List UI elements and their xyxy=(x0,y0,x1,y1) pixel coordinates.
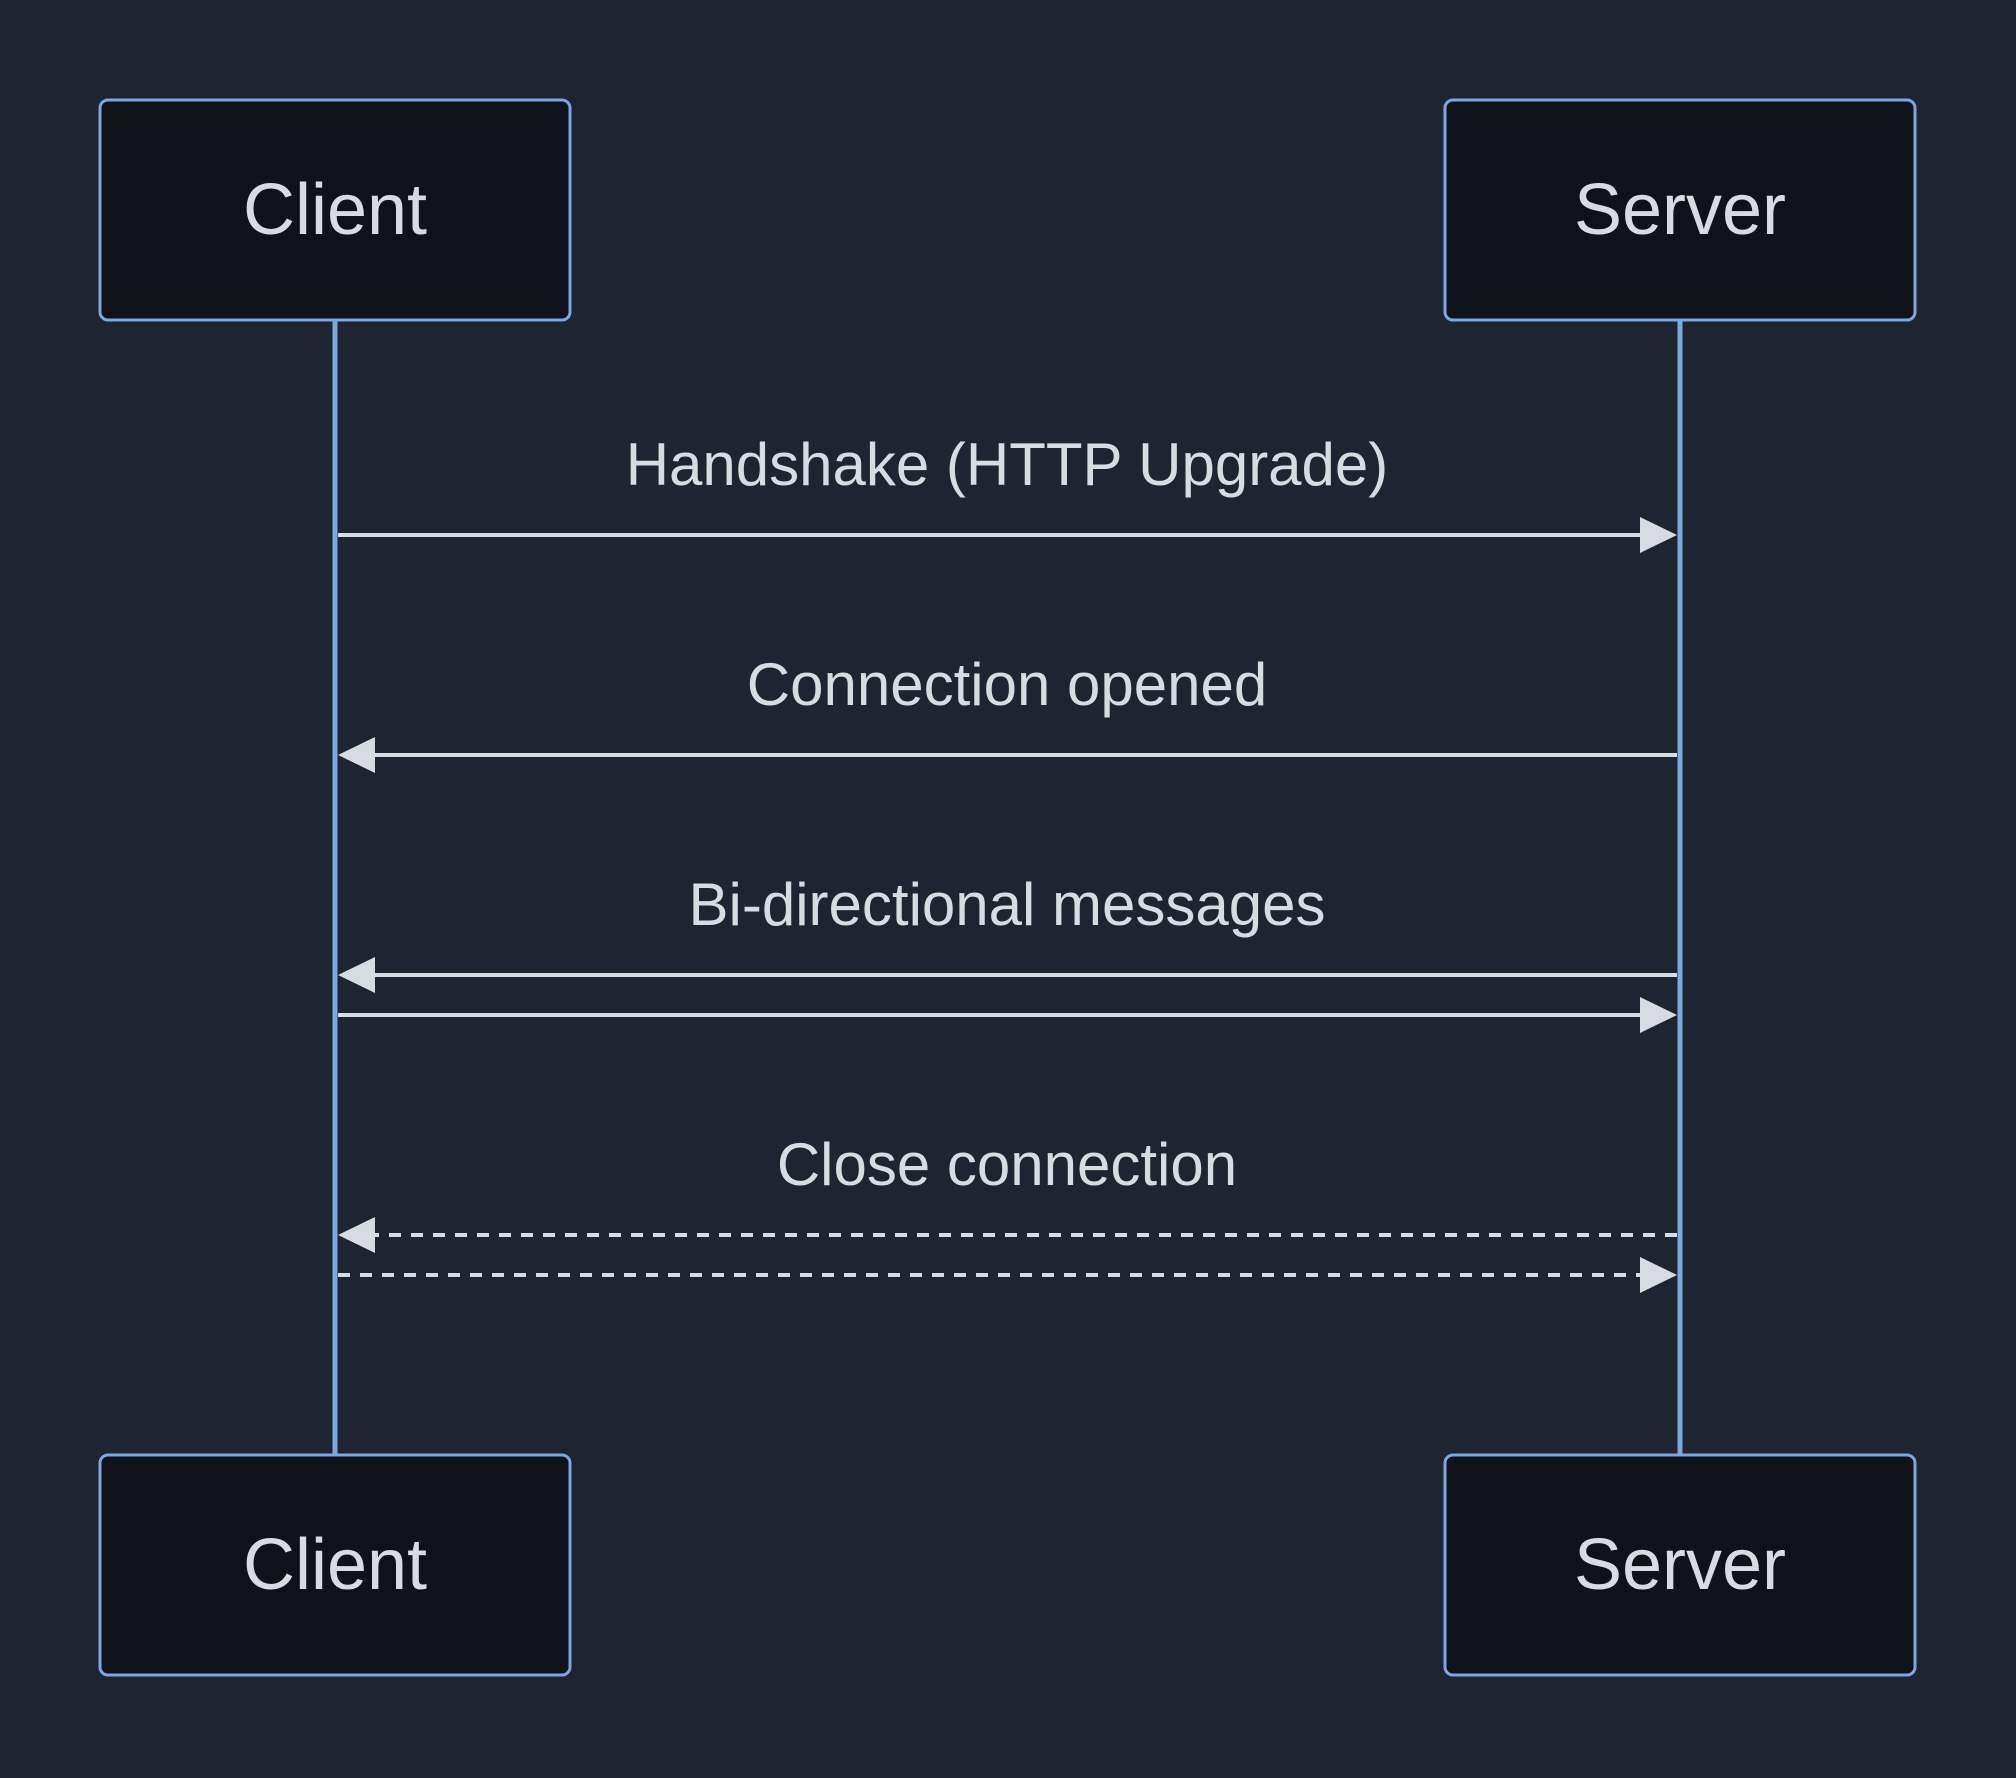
actor-client-top: Client xyxy=(100,100,570,320)
message-handshake: Handshake (HTTP Upgrade) xyxy=(338,431,1677,553)
actor-server-bottom: Server xyxy=(1445,1455,1915,1675)
message-connection-opened: Connection opened xyxy=(338,651,1677,773)
message-connection-opened-label: Connection opened xyxy=(747,651,1267,718)
arrow-left-icon xyxy=(338,737,375,773)
message-bidirectional: Bi-directional messages xyxy=(338,871,1677,1033)
message-handshake-label: Handshake (HTTP Upgrade) xyxy=(626,431,1389,498)
message-bidirectional-label: Bi-directional messages xyxy=(689,871,1326,938)
sequence-diagram: Client Server Client Server Handshake (H… xyxy=(0,0,2016,1778)
arrow-right-icon xyxy=(1640,997,1677,1033)
actor-server-top-label: Server xyxy=(1574,170,1786,250)
arrow-left-icon xyxy=(338,1217,375,1253)
actor-client-bottom: Client xyxy=(100,1455,570,1675)
actor-client-bottom-label: Client xyxy=(243,1525,427,1605)
arrow-right-icon xyxy=(1640,517,1677,553)
arrow-right-icon xyxy=(1640,1257,1677,1293)
message-close-connection: Close connection xyxy=(338,1131,1677,1293)
arrow-left-icon xyxy=(338,957,375,993)
actor-server-bottom-label: Server xyxy=(1574,1525,1786,1605)
message-close-connection-label: Close connection xyxy=(777,1131,1237,1198)
actor-client-top-label: Client xyxy=(243,170,427,250)
actor-server-top: Server xyxy=(1445,100,1915,320)
